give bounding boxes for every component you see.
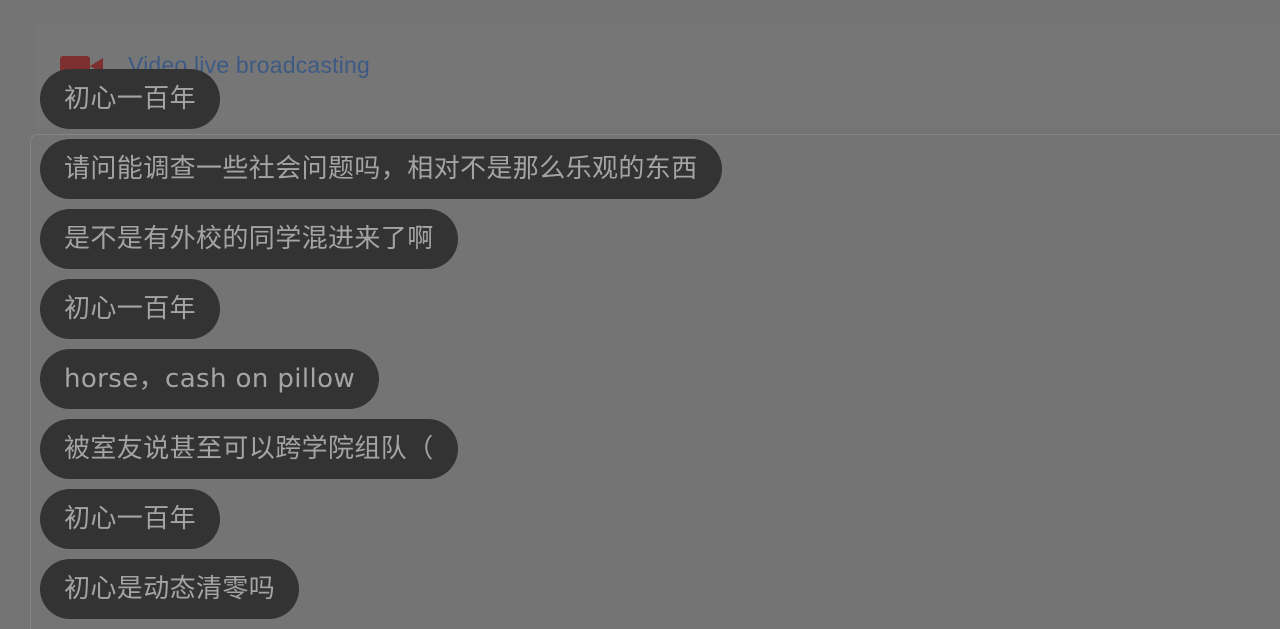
chat-bubble: 初心一百年 [40, 69, 221, 129]
screen: Video live broadcasting 初心一百年 请问能调查一些社会问… [0, 0, 1280, 629]
chat-bubble: horse，cash on pillow [40, 349, 380, 409]
chat-bubble: 被室友说甚至可以跨学院组队（ [40, 419, 458, 479]
chat-bubble: 是不是有外校的同学混进来了啊 [40, 209, 458, 269]
chat-bubble: 请问能调查一些社会问题吗，相对不是那么乐观的东西 [40, 139, 722, 199]
chat-bubble: 初心一百年 [40, 279, 221, 339]
danmaku-message-list: 初心一百年 请问能调查一些社会问题吗，相对不是那么乐观的东西 是不是有外校的同学… [40, 69, 722, 629]
chat-bubble: 初心一百年 [40, 489, 221, 549]
chat-bubble: 初心是动态清零吗 [40, 559, 300, 619]
